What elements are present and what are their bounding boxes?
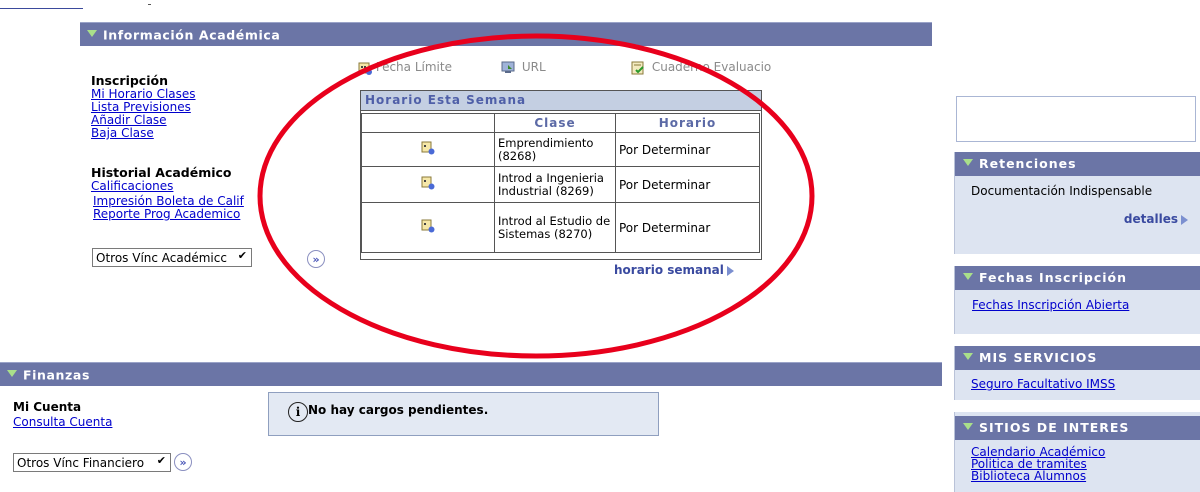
arrow-right-icon [1181,214,1188,225]
finance-header-label: Finanzas [23,367,91,383]
historial-section: Historial Académico Calificaciones Impre… [91,165,271,221]
sitios-box: SITIOS DE INTERES Calendario Académico P… [954,412,1200,492]
finance-message: No hay cargos pendientes. [308,403,489,417]
finance-message-box: i No hay cargos pendientes. [268,392,659,436]
academic-header-label: Información Académica [103,27,281,43]
sitios-links: Calendario Académico Politica de tramite… [971,446,1105,482]
detalles-link[interactable]: detalles [1124,212,1188,226]
annotation-ellipse [257,33,815,359]
chevron-down-icon: ✔ [237,249,247,262]
link-reporte-prog[interactable]: Reporte Prog Academico [93,208,271,221]
info-icon: i [288,402,308,422]
servicios-header[interactable]: MIS SERVICIOS [955,346,1200,370]
detalles-label: detalles [1123,212,1178,226]
top-rule [0,8,83,9]
fechas-header[interactable]: Fechas Inscripción [955,266,1200,290]
finance-header[interactable]: Finanzas [0,362,942,386]
link-consulta-cuenta[interactable]: Consulta Cuenta [13,416,213,429]
link-fechas-abierta[interactable]: Fechas Inscripción Abierta [972,298,1129,312]
finance-select-value: Otros Vínc Financiero [17,456,145,470]
mi-cuenta-section: Mi Cuenta Consulta Cuenta [13,400,213,429]
retenciones-header-label: Retenciones [979,156,1077,171]
retenciones-header[interactable]: Retenciones [955,152,1200,176]
historial-title: Historial Académico [91,165,232,180]
retenciones-text: Documentación Indispensable [971,184,1153,198]
link-baja-clase[interactable]: Baja Clase [91,127,271,140]
link-seguro-imss[interactable]: Seguro Facultativo IMSS [971,377,1115,391]
collapse-triangle-icon [7,370,17,377]
inscripcion-section: Inscripción Mi Horario Clases Lista Prev… [91,73,271,140]
collapse-triangle-icon [963,423,973,430]
top-dot [148,4,151,5]
collapse-triangle-icon [963,159,973,166]
collapse-triangle-icon [87,30,97,37]
academic-select-value: Otros Vínc Académicc [96,251,227,265]
servicios-box: MIS SERVICIOS Seguro Facultativo IMSS [954,346,1200,400]
sidebar-empty-box [956,96,1196,142]
finance-select[interactable]: Otros Vínc Financiero ✔ [13,453,171,472]
fechas-box: Fechas Inscripción Fechas Inscripción Ab… [954,266,1200,334]
collapse-triangle-icon [963,273,973,280]
chevron-down-icon: ✔ [156,454,166,467]
fechas-header-label: Fechas Inscripción [979,270,1128,285]
academic-select[interactable]: Otros Vínc Académicc ✔ [92,248,252,267]
retenciones-box: Retenciones Documentación Indispensable … [954,152,1200,254]
link-calificaciones[interactable]: Calificaciones [91,180,271,193]
servicios-header-label: MIS SERVICIOS [979,350,1098,365]
go-arrow-icon[interactable]: » [174,453,192,471]
sitios-header[interactable]: SITIOS DE INTERES [955,416,1200,440]
mi-cuenta-title: Mi Cuenta [13,400,82,414]
inscripcion-title: Inscripción [91,73,168,88]
link-biblioteca[interactable]: Biblioteca Alumnos [971,470,1105,482]
collapse-triangle-icon [963,353,973,360]
sitios-header-label: SITIOS DE INTERES [979,420,1130,435]
